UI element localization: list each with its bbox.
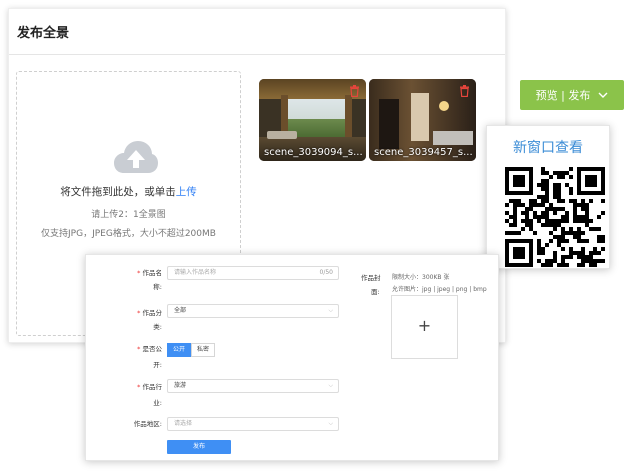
chevron-down-icon: ⌵ bbox=[328, 382, 333, 389]
cloud-upload-icon bbox=[114, 141, 158, 173]
chevron-down-icon: ⌵ bbox=[328, 420, 333, 427]
trash-icon[interactable] bbox=[459, 85, 470, 97]
name-label-cont: 称: bbox=[153, 283, 162, 291]
thumbnail-caption: scene_3039457_s... bbox=[374, 147, 473, 158]
thumbnail-caption: scene_3039094_s... bbox=[264, 147, 363, 158]
industry-select[interactable]: 旅游 ⌵ bbox=[167, 379, 339, 393]
chevron-down-icon bbox=[598, 92, 608, 98]
preview-publish-label: 预览 | 发布 bbox=[535, 89, 591, 102]
cover-upload-box[interactable]: + bbox=[391, 295, 458, 359]
divider bbox=[9, 54, 505, 55]
public-label-cont: 开: bbox=[153, 361, 162, 369]
public-option-public[interactable]: 公开 bbox=[167, 343, 191, 357]
thumb-scene-lamp bbox=[439, 101, 449, 111]
scene-thumbnail[interactable]: scene_3039094_s... bbox=[259, 79, 366, 161]
upload-hint: 请上传2：1全景图 bbox=[91, 210, 166, 220]
upload-instruction: 将文件拖到此处，或单击上传 bbox=[17, 184, 240, 199]
thumb-scene-table bbox=[267, 131, 297, 139]
category-label-cont: 类: bbox=[153, 323, 162, 331]
industry-label-cont: 业: bbox=[153, 399, 162, 407]
preview-publish-button[interactable]: 预览 | 发布 bbox=[520, 80, 624, 110]
cover-label-cont: 面: bbox=[371, 288, 380, 296]
thumb-scene-bench bbox=[433, 131, 473, 145]
page-title: 发布全景 bbox=[17, 26, 70, 41]
upload-formats: 仅支持JPG，JPEG格式，大小不超过200MB bbox=[41, 229, 216, 239]
qr-popup: 新窗口查看 bbox=[486, 125, 610, 269]
region-label: 作品地区: bbox=[133, 420, 162, 428]
trash-icon[interactable] bbox=[349, 85, 360, 97]
upload-instruction-text: 将文件拖到此处，或单击 bbox=[60, 186, 176, 198]
qr-code bbox=[505, 167, 605, 267]
submit-button[interactable]: 发布 bbox=[167, 440, 231, 454]
qr-popup-title[interactable]: 新窗口查看 bbox=[487, 137, 609, 157]
category-select[interactable]: 全部 ⌵ bbox=[167, 304, 339, 318]
upload-link[interactable]: 上传 bbox=[176, 186, 197, 198]
thumb-scene-panel bbox=[411, 93, 429, 141]
scene-thumbnail[interactable]: scene_3039457_s... bbox=[369, 79, 476, 161]
region-select[interactable]: 请选择 ⌵ bbox=[167, 417, 339, 431]
thumb-scene-door bbox=[379, 99, 399, 149]
name-input[interactable]: 请输入作品名称 0/50 bbox=[167, 266, 339, 280]
public-option-private[interactable]: 私密 bbox=[191, 343, 215, 357]
name-char-count: 0/50 bbox=[319, 269, 333, 276]
chevron-down-icon: ⌵ bbox=[328, 307, 333, 314]
publish-form: * 作品名 称: 请输入作品名称 0/50 * 作品分 类: 全部 ⌵ * 是否… bbox=[85, 254, 499, 461]
